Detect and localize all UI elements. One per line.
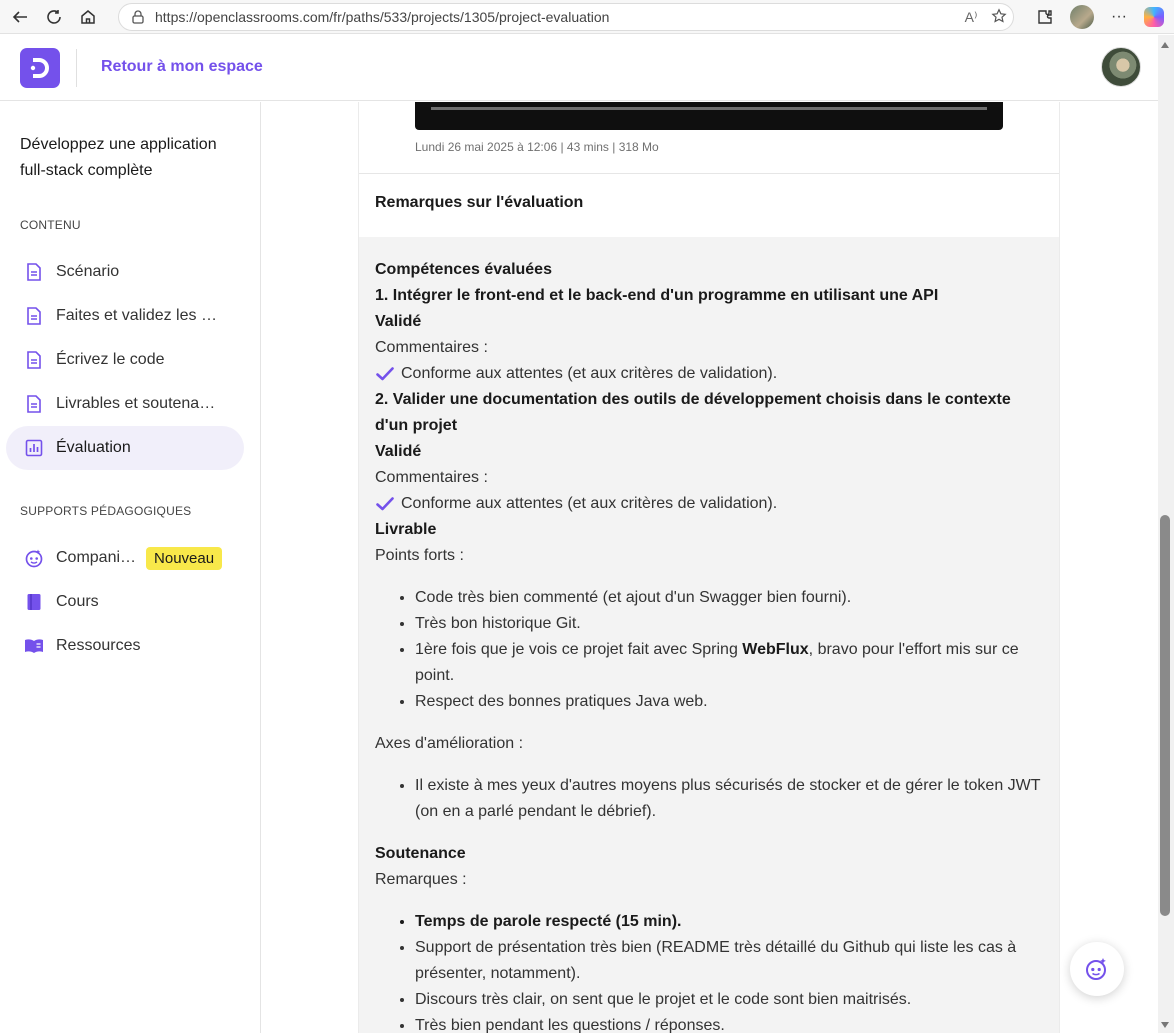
app-header: Retour à mon espace — [0, 35, 1158, 101]
competences-title: Compétences évaluées — [375, 261, 552, 278]
sidebar-item-label: Écrivez le code — [56, 351, 165, 368]
competence-2-title: 2. Valider une documentation des outils … — [375, 391, 1011, 434]
profile-avatar-icon[interactable] — [1070, 5, 1094, 29]
sidebar-item-companion[interactable]: Compani… Nouveau — [6, 536, 244, 580]
list-item: Il existe à mes yeux d'autres moyens plu… — [415, 773, 1043, 825]
improvements-label: Axes d'amélioration : — [375, 735, 524, 752]
evaluation-card: Lundi 26 mai 2025 à 12:06 | 43 mins | 31… — [358, 102, 1060, 1033]
user-avatar[interactable] — [1101, 47, 1141, 87]
favorite-star-icon[interactable] — [985, 7, 1013, 27]
open-book-icon — [24, 636, 44, 656]
document-icon — [24, 306, 44, 326]
sidebar-item-label: Livrables et soutena… — [56, 395, 216, 412]
document-icon — [24, 350, 44, 370]
remarks-heading: Remarques sur l'évaluation — [359, 173, 1059, 237]
video-progress-bar[interactable] — [431, 107, 987, 110]
list-item: Code très bien commenté (et ajout d'un S… — [415, 585, 1043, 611]
competence-2-comment: Conforme aux attentes (et aux critères d… — [375, 491, 1043, 517]
document-icon — [24, 262, 44, 282]
sidebar-item-ressources[interactable]: Ressources — [6, 624, 244, 668]
list-item: Temps de parole respecté (15 min). — [415, 909, 1043, 935]
strengths-label: Points forts : — [375, 547, 464, 564]
more-menu-icon[interactable]: ··· — [1108, 6, 1130, 28]
improvements-list: Il existe à mes yeux d'autres moyens plu… — [375, 773, 1043, 825]
strengths-list: Code très bien commenté (et ajout d'un S… — [375, 585, 1043, 715]
browser-toolbar: https://openclassrooms.com/fr/paths/533/… — [0, 0, 1174, 34]
sidebar-item-label: Évaluation — [56, 439, 131, 456]
reload-icon[interactable] — [40, 3, 68, 31]
supports-section-label: SUPPORTS PÉDAGOGIQUES — [20, 504, 192, 518]
header-divider — [76, 49, 77, 87]
sidebar-item-evaluation[interactable]: Évaluation — [6, 426, 244, 470]
robot-icon — [1086, 958, 1106, 980]
url-text[interactable]: https://openclassrooms.com/fr/paths/533/… — [155, 9, 957, 25]
read-aloud-icon[interactable]: A⁾ — [957, 9, 985, 26]
scrollbar-thumb[interactable] — [1160, 515, 1170, 916]
address-bar[interactable]: https://openclassrooms.com/fr/paths/533/… — [118, 3, 1014, 31]
back-arrow-icon[interactable] — [6, 3, 34, 31]
video-meta: Lundi 26 mai 2025 à 12:06 | 43 mins | 31… — [415, 140, 659, 154]
sidebar-item-label: Ressources — [56, 637, 141, 654]
check-icon — [375, 494, 395, 514]
competence-2-comment-text: Conforme aux attentes (et aux critères d… — [401, 495, 778, 512]
sidebar-item-faites-validez[interactable]: Faites et validez les … — [6, 294, 244, 338]
content-section-label: CONTENU — [20, 218, 81, 232]
sidebar-item-ecrivez-code[interactable]: Écrivez le code — [6, 338, 244, 382]
book-icon — [24, 592, 44, 612]
openclassrooms-logo[interactable] — [20, 48, 60, 88]
competence-1-comment-text: Conforme aux attentes (et aux critères d… — [401, 365, 778, 382]
sidebar-item-label: Cours — [56, 593, 99, 610]
list-item: 1ère fois que je vois ce projet fait ave… — [415, 637, 1043, 689]
list-item: Support de présentation très bien (READM… — [415, 935, 1043, 987]
scroll-down-arrow-icon[interactable] — [1161, 1022, 1169, 1028]
video-player[interactable] — [415, 102, 1003, 130]
sidebar: Développez une application full-stack co… — [0, 102, 261, 1033]
competence-1-comments-label: Commentaires : — [375, 339, 488, 356]
chart-icon — [24, 438, 44, 458]
sidebar-item-livrables[interactable]: Livrables et soutena… — [6, 382, 244, 426]
competence-1-status: Validé — [375, 313, 422, 330]
new-badge: Nouveau — [146, 546, 223, 570]
scroll-up-arrow-icon[interactable] — [1161, 42, 1169, 48]
list-item: Discours très clair, on sent que le proj… — [415, 987, 1043, 1013]
list-item: Respect des bonnes pratiques Java web. — [415, 689, 1043, 715]
competence-1-comment: Conforme aux attentes (et aux critères d… — [375, 361, 1043, 387]
livrable-title: Livrable — [375, 521, 437, 538]
sidebar-item-label: Faites et validez les … — [56, 307, 217, 324]
home-icon[interactable] — [74, 3, 102, 31]
sidebar-item-cours[interactable]: Cours — [6, 580, 244, 624]
competence-1-title: 1. Intégrer le front-end et le back-end … — [375, 287, 939, 304]
soutenance-list: Temps de parole respecté (15 min). Suppo… — [375, 909, 1043, 1033]
list-item: Très bon historique Git. — [415, 611, 1043, 637]
document-icon — [24, 394, 44, 414]
evaluation-body: Compétences évaluées 1. Intégrer le fron… — [359, 237, 1059, 1033]
list-item: Très bien pendant les questions / répons… — [415, 1013, 1043, 1033]
main-content: Lundi 26 mai 2025 à 12:06 | 43 mins | 31… — [262, 102, 1158, 1033]
course-title: Développez une application full-stack co… — [20, 136, 217, 179]
competence-2-comments-label: Commentaires : — [375, 469, 488, 486]
site-info-icon[interactable] — [129, 8, 147, 26]
sidebar-item-label: Compani… — [56, 549, 137, 566]
check-icon — [375, 364, 395, 384]
robot-icon — [24, 548, 44, 568]
soutenance-title: Soutenance — [375, 845, 466, 862]
back-to-space-link[interactable]: Retour à mon espace — [101, 58, 263, 76]
copilot-icon[interactable] — [1144, 7, 1164, 27]
competence-2-status: Validé — [375, 443, 422, 460]
sidebar-item-scenario[interactable]: Scénario — [6, 250, 244, 294]
extensions-icon[interactable] — [1034, 6, 1056, 28]
soutenance-remarks-label: Remarques : — [375, 871, 467, 888]
sidebar-item-label: Scénario — [56, 263, 120, 280]
companion-fab-button[interactable] — [1070, 942, 1124, 996]
